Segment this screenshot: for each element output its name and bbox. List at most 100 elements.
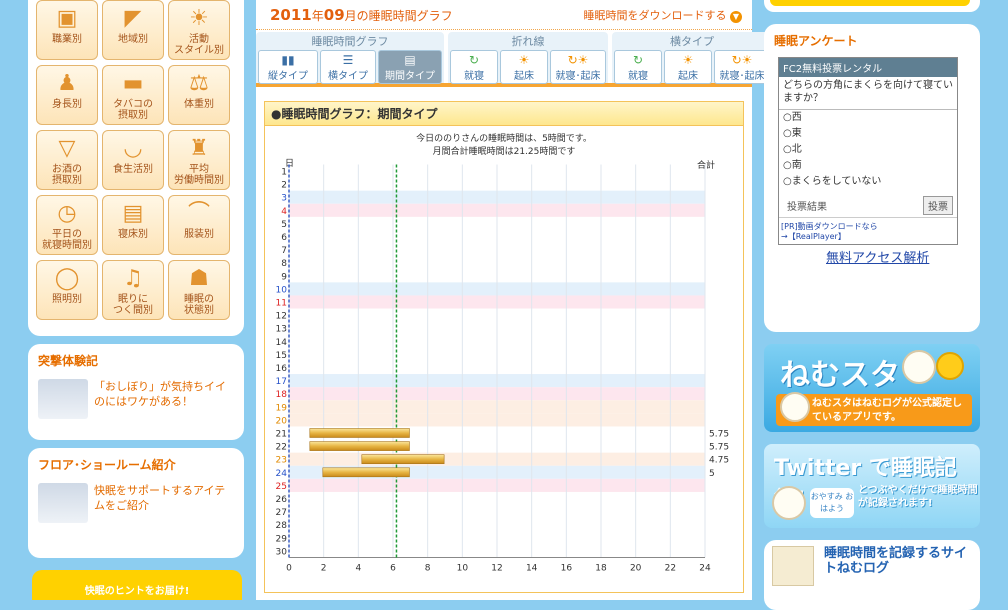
category-rice-bowl-button[interactable]: ◡ 食生活別 xyxy=(102,130,164,190)
category-bed-button[interactable]: ▤ 寝床別 xyxy=(102,195,164,255)
day-tick-label: 19 xyxy=(276,403,288,413)
tab-0-1[interactable]: ☰ 横タイプ xyxy=(320,50,376,84)
poll-options: ○西 ○東 ○北 ○南 ○まくらをしていない xyxy=(779,110,957,190)
floor-link[interactable]: 快眠をサポートするアイテムをご紹介 xyxy=(94,483,234,523)
floor-thumbnail[interactable] xyxy=(38,483,88,523)
category-worker-button[interactable]: ▣ 職業別 xyxy=(36,0,98,60)
sleep-total-label: 5.75 xyxy=(709,443,729,453)
survey-title: 睡眠アンケート xyxy=(774,34,858,48)
poll-widget: FC2無料投票レンタル どちらの方角にまくらを向けて寝ていますか？ ○西 ○東 ○北… xyxy=(778,57,958,245)
legend-label: 目標起床時間 xyxy=(665,591,719,592)
category-label: 体重別 xyxy=(184,99,214,110)
poll-option[interactable]: ○まくらをしていない xyxy=(779,174,957,190)
day-tick-label: 2 xyxy=(281,181,287,191)
download-link[interactable]: 睡眠時間をダウンロードする ▼ xyxy=(584,7,742,23)
day-tick-label: 26 xyxy=(276,495,288,505)
poll-option-label: 南 xyxy=(791,160,802,171)
x-tick-label: 10 xyxy=(457,563,469,573)
experience-link[interactable]: 「おしぼり」が気持ちイイのにはワケがある！ xyxy=(94,379,234,419)
tab-label: 起床 xyxy=(678,71,698,82)
top-banner[interactable] xyxy=(764,0,980,12)
right-column: 睡眠アンケート FC2無料投票レンタル どちらの方角にまくらを向けて寝ていますか… xyxy=(764,0,980,610)
category-people-height-button[interactable]: ♟ 身長別 xyxy=(36,65,98,125)
day-tick-label: 13 xyxy=(276,325,287,335)
x-tick-label: 16 xyxy=(561,563,573,573)
poll-option[interactable]: ○西 xyxy=(779,110,957,126)
tab-2-0[interactable]: ↻ 就寝 xyxy=(614,50,662,84)
radio-icon[interactable]: ○ xyxy=(783,112,792,123)
hint-banner[interactable]: 快眠のヒントをお届け! xyxy=(32,570,242,600)
tab-icon: ☀ xyxy=(518,53,530,67)
day-tick-label: 21 xyxy=(276,430,287,440)
radio-icon[interactable]: ○ xyxy=(783,144,792,155)
access-analysis-link[interactable]: 無料アクセス解析 xyxy=(826,247,970,266)
category-label: 寝床別 xyxy=(118,229,148,240)
day-tick-label: 30 xyxy=(276,547,288,557)
category-label: 照明別 xyxy=(52,294,82,305)
radio-icon[interactable]: ○ xyxy=(783,176,792,187)
day-tick-label: 5 xyxy=(281,220,287,230)
tab-label: 就寝･起床 xyxy=(719,71,765,82)
poll-option-label: 北 xyxy=(791,144,802,155)
nemusta-title: ねむスタ xyxy=(780,358,900,393)
category-label: 服装別 xyxy=(184,229,214,240)
twitter-banner[interactable]: Twitter で睡眠記録! おやすみ おはよう とつぶやくだけで睡眠時間が記録… xyxy=(764,444,980,528)
category-desk-worker-button[interactable]: ♜ 平均 労働時間別 xyxy=(168,130,230,190)
x-tick-label: 6 xyxy=(390,563,396,573)
category-cocktail-button[interactable]: ▽ お酒の 摂取別 xyxy=(36,130,98,190)
day-tick-label: 28 xyxy=(276,521,288,531)
category-lightbulb-button[interactable]: ◯ 照明別 xyxy=(36,260,98,320)
tab-label: 縦タイプ xyxy=(268,71,308,82)
rice-bowl-icon: ◡ xyxy=(123,136,143,161)
bed-icon: ▤ xyxy=(122,201,144,226)
hint-banner-label: 快眠のヒントをお届け! xyxy=(84,586,190,597)
poll-option[interactable]: ○東 xyxy=(779,126,957,142)
tab-group-title: 折れ線 xyxy=(511,35,545,48)
worker-icon: ▣ xyxy=(56,6,78,31)
day-tick-label: 16 xyxy=(276,364,288,374)
floor-box: フロア･ショールーム紹介 快眠をサポートするアイテムをご紹介 xyxy=(28,448,244,558)
x-tick-label: 14 xyxy=(526,563,538,573)
category-label: 睡眠の 状態別 xyxy=(184,294,214,316)
vote-button[interactable]: 投票 xyxy=(923,196,953,215)
poll-option[interactable]: ○北 xyxy=(779,142,957,158)
category-sleeping-person-button[interactable]: ☗ 睡眠の 状態別 xyxy=(168,260,230,320)
category-scale-button[interactable]: ⚖ 体重別 xyxy=(168,65,230,125)
month: 09 xyxy=(323,5,345,24)
category-hanger-button[interactable]: ⌒ 服装別 xyxy=(168,195,230,255)
category-clock-button[interactable]: ◷ 平日の 就寝時間別 xyxy=(36,195,98,255)
tab-2-1[interactable]: ☀ 起床 xyxy=(664,50,712,84)
day-tick-label: 7 xyxy=(281,246,287,256)
category-music-note-button[interactable]: ♫ 眠りに つく間別 xyxy=(102,260,164,320)
tab-1-1[interactable]: ☀ 起床 xyxy=(500,50,548,84)
tab-0-2[interactable]: ▤ 期間タイプ xyxy=(378,50,442,84)
category-label: 活動 スタイル別 xyxy=(174,34,224,56)
tab-label: 就寝･起床 xyxy=(555,71,601,82)
tab-group-0: 睡眠時間グラフ ▮▮ 縦タイプ ☰ 横タイプ ▤ 期間タイプ xyxy=(256,32,444,84)
radio-icon[interactable]: ○ xyxy=(783,128,792,139)
poll-result-link[interactable]: 投票結果 xyxy=(787,198,827,213)
music-note-icon: ♫ xyxy=(123,266,143,291)
day-tick-label: 23 xyxy=(276,456,287,466)
tab-1-2[interactable]: ↻☀ 就寝･起床 xyxy=(550,50,606,84)
tab-2-2[interactable]: ↻☀ 就寝･起床 xyxy=(714,50,770,84)
category-cigarette-button[interactable]: ▬ タバコの 摂取別 xyxy=(102,65,164,125)
nemulog-logo-icon xyxy=(772,546,814,586)
tab-0-0[interactable]: ▮▮ 縦タイプ xyxy=(258,50,318,84)
radio-icon[interactable]: ○ xyxy=(783,160,792,171)
survey-box: 睡眠アンケート FC2無料投票レンタル どちらの方角にまくらを向けて寝ていますか… xyxy=(764,24,980,332)
tab-label: 就寝 xyxy=(628,71,648,82)
category-panel: ▣ 職業別 ◤ 地域別 ☀ 活動 スタイル別 ♟ 身長別 ▬ タバコの 摂取別 ⚖ 体重別 ▽ お酒の 摂… xyxy=(28,0,244,336)
experience-thumbnail[interactable] xyxy=(38,379,88,419)
category-japan-map-button[interactable]: ◤ 地域別 xyxy=(102,0,164,60)
day-tick-label: 12 xyxy=(276,312,287,322)
sleep-bar xyxy=(309,428,410,438)
poll-option[interactable]: ○南 xyxy=(779,158,957,174)
tab-1-0[interactable]: ↻ 就寝 xyxy=(450,50,498,84)
graph-title: ●睡眠時間グラフ：期間タイプ xyxy=(265,102,743,126)
poll-pr[interactable]: [PR]動画ダウンロードなら →【RealPlayer】 xyxy=(779,217,957,244)
category-label: 身長別 xyxy=(52,99,82,110)
category-sun-moon-button[interactable]: ☀ 活動 スタイル別 xyxy=(168,0,230,60)
alarm-icon xyxy=(936,352,964,380)
nemusta-banner[interactable]: ねむスタ ねむスタはねむログが公式認定しているアプリです。 xyxy=(764,344,980,432)
